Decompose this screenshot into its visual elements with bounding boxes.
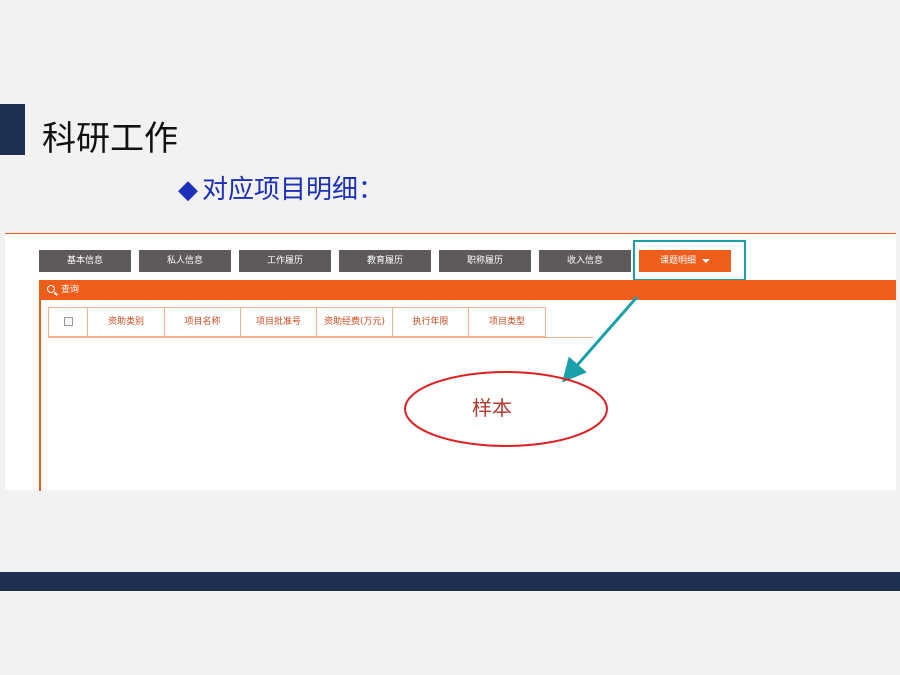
tab-education-history[interactable]: 教育履历 xyxy=(339,250,431,272)
search-icon xyxy=(47,285,55,293)
tab-label: 私人信息 xyxy=(166,256,203,266)
column-header[interactable]: 资助类别 xyxy=(87,308,164,336)
column-header[interactable]: 项目名称 xyxy=(164,308,240,336)
tab-label: 工作履历 xyxy=(266,256,303,266)
title-accent-bar xyxy=(0,104,25,155)
tab-label: 教育履历 xyxy=(366,256,403,266)
tab-basic-info[interactable]: 基本信息 xyxy=(39,250,131,272)
tab-income-info[interactable]: 收入信息 xyxy=(539,250,631,272)
column-header[interactable]: 资助经费(万元) xyxy=(316,308,392,336)
query-label: 查询 xyxy=(61,285,80,295)
tab-title-history[interactable]: 职称履历 xyxy=(439,250,531,272)
column-header[interactable]: 项目类型 xyxy=(468,308,545,336)
subtitle-text: 对应项目明细： xyxy=(202,175,385,205)
slide-subtitle: ◆ 对应项目明细： xyxy=(178,172,384,208)
screenshot-panel: 基本信息 私人信息 工作履历 教育履历 职称履历 收入信息 课题明细 查询 资助… xyxy=(5,233,896,491)
diamond-bullet-icon: ◆ xyxy=(178,175,198,205)
column-header[interactable]: 执行年限 xyxy=(392,308,468,336)
tab-work-history[interactable]: 工作履历 xyxy=(239,250,331,272)
panel-left-border xyxy=(39,300,41,491)
footer-band xyxy=(0,572,900,591)
tab-personal-info[interactable]: 私人信息 xyxy=(139,250,231,272)
table-header: 资助类别 项目名称 项目批准号 资助经费(万元) 执行年限 项目类型 xyxy=(48,307,546,337)
header-underline xyxy=(48,337,593,338)
tab-label: 基本信息 xyxy=(66,256,103,266)
select-all-checkbox[interactable] xyxy=(63,317,73,326)
tab-label: 职称履历 xyxy=(466,256,503,266)
column-header[interactable]: 项目批准号 xyxy=(240,308,316,336)
header-checkbox-cell xyxy=(49,308,87,336)
tab-label: 收入信息 xyxy=(566,256,603,266)
annotation-label: 样本 xyxy=(472,396,512,420)
slide-title: 科研工作 xyxy=(42,119,178,159)
query-bar[interactable]: 查询 xyxy=(39,280,896,300)
highlight-box xyxy=(633,240,746,281)
